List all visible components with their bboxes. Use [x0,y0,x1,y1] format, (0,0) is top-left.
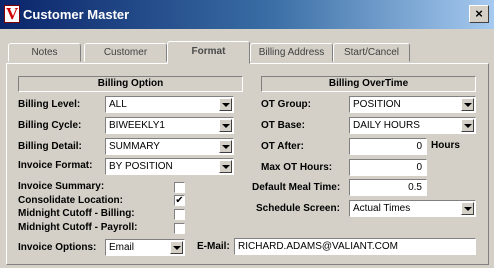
email-input[interactable]: RICHARD.ADAMS@VALIANT.COM [234,238,476,255]
email-value: RICHARD.ADAMS@VALIANT.COM [238,241,398,252]
chevron-down-icon[interactable] [461,119,474,132]
email-label: E-Mail: [197,241,230,252]
chevron-down-icon[interactable] [219,119,232,132]
ot-base-value: DAILY HOURS [353,120,420,131]
chevron-down-icon[interactable] [219,140,232,153]
ot-base-select[interactable]: DAILY HOURS [349,117,476,134]
chevron-down-icon[interactable] [219,98,232,111]
invoice-format-value: BY POSITION [109,161,173,172]
default-meal-time-value: 0.5 [408,182,422,193]
billing-level-label: Billing Level: [18,99,81,110]
schedule-screen-select[interactable]: Actual Times [349,200,476,217]
tab-notes[interactable]: Notes [8,43,81,62]
schedule-screen-label: Schedule Screen: [256,203,340,214]
billing-option-header: Billing Option [18,76,243,92]
ot-after-input[interactable]: 0 [349,138,427,155]
billing-detail-value: SUMMARY [109,141,160,152]
ot-after-unit: Hours [431,140,460,151]
midnight-cutoff-billing-checkbox[interactable] [174,209,185,220]
chevron-down-icon[interactable] [170,241,183,254]
billing-cycle-select[interactable]: BIWEEKLY1 [105,117,234,134]
billing-level-select[interactable]: ALL [105,96,234,113]
chevron-down-icon[interactable] [461,202,474,215]
window-title: Customer Master [23,7,130,22]
invoice-options-value: Email [109,242,135,253]
chevron-down-icon[interactable] [219,160,232,173]
ot-group-value: POSITION [353,99,401,110]
title-bar[interactable]: V Customer Master × [0,0,494,29]
ot-group-select[interactable]: POSITION [349,96,476,113]
max-ot-hours-input[interactable]: 0 [349,159,427,176]
default-meal-time-label: Default Meal Time: [252,182,341,193]
max-ot-hours-label: Max OT Hours: [261,162,333,173]
midnight-cutoff-payroll-label: Midnight Cutoff - Payroll: [18,222,138,233]
tab-billing-address[interactable]: Billing Address [250,43,333,62]
billing-overtime-header: Billing OverTime [261,76,476,92]
consolidate-location-label: Consolidate Location: [18,195,123,206]
app-logo-letter: V [6,4,19,23]
billing-detail-select[interactable]: SUMMARY [105,138,234,155]
invoice-options-label: Invoice Options: [18,242,97,253]
invoice-format-label: Invoice Format: [18,160,93,171]
invoice-format-select[interactable]: BY POSITION [105,158,234,175]
consolidate-location-checkbox[interactable]: ✔ [174,195,185,206]
billing-cycle-label: Billing Cycle: [18,120,82,131]
invoice-summary-checkbox[interactable] [174,182,185,193]
ot-after-label: OT After: [261,141,304,152]
midnight-cutoff-billing-label: Midnight Cutoff - Billing: [18,208,135,219]
tab-customer[interactable]: Customer [84,43,167,62]
midnight-cutoff-payroll-checkbox[interactable] [174,223,185,234]
customer-master-window: V Customer Master × Notes Customer Forma… [0,0,494,268]
close-button[interactable]: × [469,5,489,23]
invoice-summary-label: Invoice Summary: [18,181,105,192]
ot-base-label: OT Base: [261,120,305,131]
ot-group-label: OT Group: [261,99,311,110]
billing-level-value: ALL [109,99,127,110]
schedule-screen-value: Actual Times [353,203,411,214]
format-tab-panel: Billing Option Billing OverTime Billing … [6,63,489,265]
billing-detail-label: Billing Detail: [18,141,82,152]
chevron-down-icon[interactable] [461,98,474,111]
tab-start-cancel[interactable]: Start/Cancel [333,43,410,62]
ot-after-value: 0 [416,141,422,152]
app-logo-icon: V [4,4,20,23]
checkmark-icon: ✔ [175,195,184,206]
billing-cycle-value: BIWEEKLY1 [109,120,165,131]
tab-format[interactable]: Format [167,41,250,64]
default-meal-time-input[interactable]: 0.5 [349,179,427,196]
max-ot-hours-value: 0 [416,162,422,173]
invoice-options-select[interactable]: Email [105,239,185,256]
